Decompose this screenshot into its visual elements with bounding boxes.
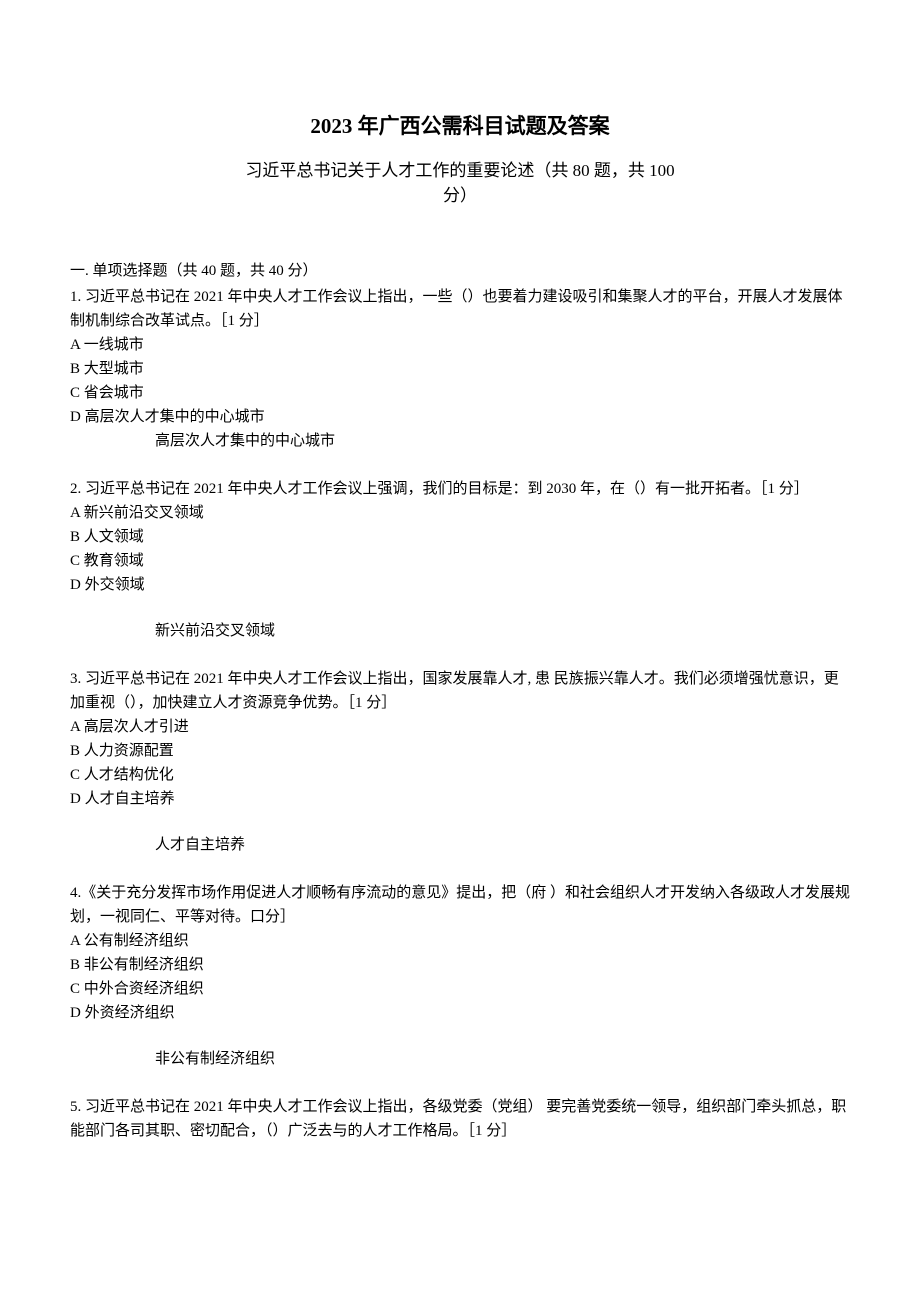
question-1-text: 1. 习近平总书记在 2021 年中央人才工作会议上指出，一些（）也要着力建设吸… — [70, 285, 850, 333]
question-1-answer: 高层次人才集中的中心城市 — [155, 429, 850, 453]
question-2-option-d: D 外交领域 — [70, 573, 850, 597]
question-4: 4.《关于充分发挥市场作用促进人才顺畅有序流动的意见》提出，把（府 ）和社会组织… — [70, 881, 850, 1071]
section-1-header: 一. 单项选择题（共 40 题，共 40 分） — [70, 259, 850, 283]
question-3-option-c: C 人才结构优化 — [70, 763, 850, 787]
question-4-option-b: B 非公有制经济组织 — [70, 953, 850, 977]
subtitle-line1: 习近平总书记关于人才工作的重要论述（共 80 题，共 100 — [245, 161, 674, 180]
question-2-answer: 新兴前沿交叉领域 — [155, 619, 850, 643]
question-2-option-b: B 人文领域 — [70, 525, 850, 549]
subtitle-line2: 分） — [443, 186, 477, 205]
question-3-option-b: B 人力资源配置 — [70, 739, 850, 763]
document-subtitle: 习近平总书记关于人才工作的重要论述（共 80 题，共 100 分） — [70, 158, 850, 209]
question-1-option-c: C 省会城市 — [70, 381, 850, 405]
question-4-option-d: D 外资经济组织 — [70, 1001, 850, 1025]
question-1-option-d: D 高层次人才集中的中心城市 — [70, 405, 850, 429]
question-3: 3. 习近平总书记在 2021 年中央人才工作会议上指出，国家发展靠人才, 患 … — [70, 667, 850, 857]
question-3-option-d: D 人才自主培养 — [70, 787, 850, 811]
question-3-text: 3. 习近平总书记在 2021 年中央人才工作会议上指出，国家发展靠人才, 患 … — [70, 667, 850, 715]
question-4-text: 4.《关于充分发挥市场作用促进人才顺畅有序流动的意见》提出，把（府 ）和社会组织… — [70, 881, 850, 929]
question-5-text: 5. 习近平总书记在 2021 年中央人才工作会议上指出，各级党委（党组） 要完… — [70, 1095, 850, 1143]
question-4-option-a: A 公有制经济组织 — [70, 929, 850, 953]
document-title: 2023 年广西公需科目试题及答案 — [70, 110, 850, 144]
question-5: 5. 习近平总书记在 2021 年中央人才工作会议上指出，各级党委（党组） 要完… — [70, 1095, 850, 1143]
question-4-option-c: C 中外合资经济组织 — [70, 977, 850, 1001]
question-2-option-c: C 教育领域 — [70, 549, 850, 573]
question-1: 1. 习近平总书记在 2021 年中央人才工作会议上指出，一些（）也要着力建设吸… — [70, 285, 850, 453]
question-3-option-a: A 高层次人才引进 — [70, 715, 850, 739]
question-1-option-a: A 一线城市 — [70, 333, 850, 357]
question-2-option-a: A 新兴前沿交叉领域 — [70, 501, 850, 525]
question-3-answer: 人才自主培养 — [155, 833, 850, 857]
question-1-option-b: B 大型城市 — [70, 357, 850, 381]
question-4-answer: 非公有制经济组织 — [155, 1047, 850, 1071]
question-2: 2. 习近平总书记在 2021 年中央人才工作会议上强调，我们的目标是：到 20… — [70, 477, 850, 643]
question-2-text: 2. 习近平总书记在 2021 年中央人才工作会议上强调，我们的目标是：到 20… — [70, 477, 850, 501]
